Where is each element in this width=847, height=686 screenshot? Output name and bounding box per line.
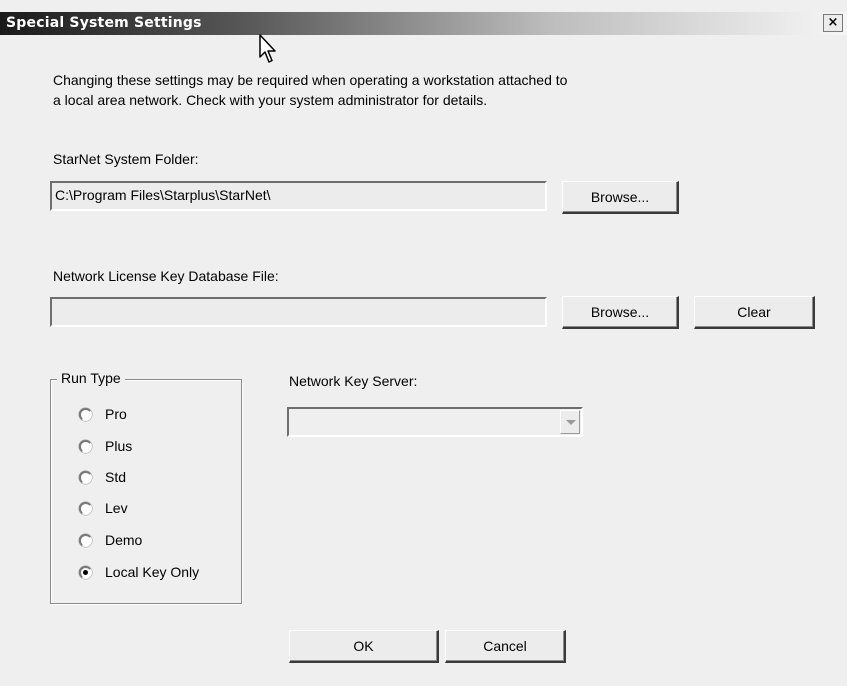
close-button[interactable]: ×	[823, 14, 843, 32]
mouse-pointer-icon	[259, 34, 276, 63]
radio-button-icon[interactable]	[79, 534, 92, 547]
radio-button-icon[interactable]	[79, 566, 92, 579]
system-folder-field[interactable]: C:\Program Files\Starplus\StarNet\	[50, 181, 547, 211]
dialog-window: Special System Settings × Changing these…	[0, 0, 847, 686]
radio-button-icon[interactable]	[79, 408, 92, 421]
title-bar[interactable]: Special System Settings ×	[0, 12, 847, 35]
radio-label: Local Key Only	[105, 564, 200, 580]
radio-label: Demo	[105, 532, 143, 548]
radio-button-icon[interactable]	[79, 440, 92, 453]
system-folder-label: StarNet System Folder:	[53, 151, 199, 167]
key-server-label: Network Key Server:	[289, 373, 418, 389]
radio-button-icon[interactable]	[79, 502, 92, 515]
key-server-dropdown[interactable]	[287, 407, 583, 437]
intro-text-line-2: a local area network. Check with your sy…	[53, 92, 488, 108]
intro-text-line-1: Changing these settings may be required …	[53, 72, 568, 88]
license-file-label: Network License Key Database File:	[53, 268, 279, 284]
radio-label: Pro	[105, 406, 127, 422]
system-folder-browse-button[interactable]: Browse...	[562, 181, 679, 214]
license-file-browse-button[interactable]: Browse...	[562, 296, 679, 329]
run-type-legend: Run Type	[57, 370, 125, 386]
window-title: Special System Settings	[6, 15, 202, 31]
radio-label: Std	[105, 469, 127, 485]
radio-label: Lev	[105, 500, 128, 516]
radio-button-icon[interactable]	[79, 471, 92, 484]
dropdown-arrow-icon[interactable]	[560, 410, 580, 434]
license-file-clear-button[interactable]: Clear	[694, 296, 815, 329]
radio-label: Plus	[105, 438, 133, 454]
close-icon: ×	[827, 15, 839, 30]
ok-button[interactable]: OK	[289, 630, 439, 663]
cancel-button[interactable]: Cancel	[445, 630, 566, 663]
license-file-field[interactable]	[50, 297, 547, 327]
